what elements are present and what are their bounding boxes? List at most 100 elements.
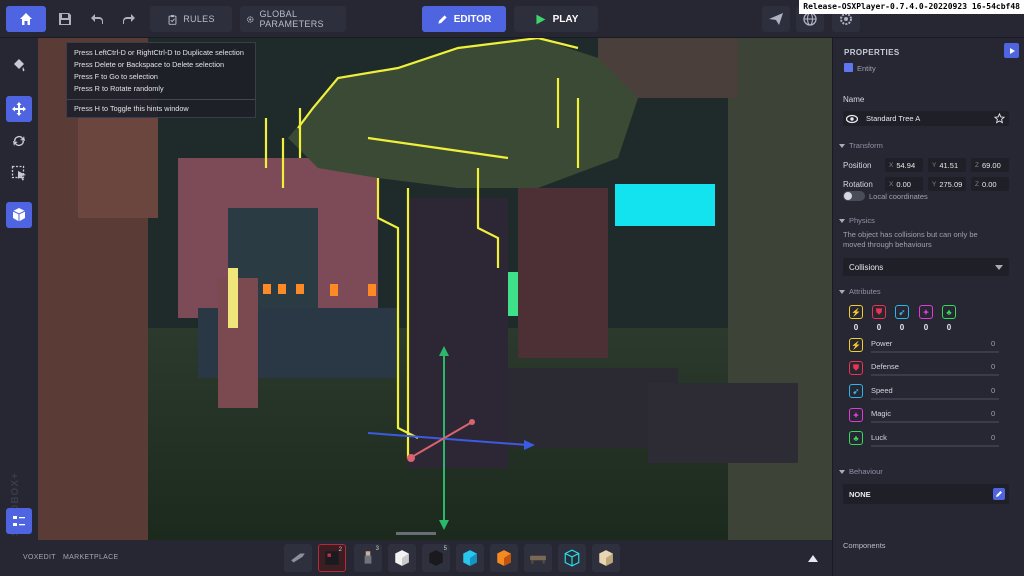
global-parameters-button[interactable]: GLOBAL PARAMETERS — [240, 6, 346, 32]
collapse-triangle-icon — [839, 218, 845, 223]
bench-icon — [530, 555, 546, 564]
power-value[interactable]: 0 — [991, 339, 995, 348]
speed-label: Speed — [871, 386, 893, 395]
rotate-icon — [13, 136, 25, 146]
pencil-icon — [438, 14, 447, 24]
luck-count: 0 — [946, 323, 952, 332]
speed-count: 0 — [899, 323, 905, 332]
collisions-dropdown[interactable]: Collisions — [843, 258, 1009, 276]
magic-value[interactable]: 0 — [991, 409, 995, 418]
gear-icon — [247, 15, 254, 23]
defense-slider[interactable] — [871, 374, 999, 376]
behaviour-field[interactable]: NONE — [843, 484, 1009, 504]
magic-slider[interactable] — [871, 421, 999, 423]
position-x-value: 54.94 — [896, 160, 916, 170]
object-tool-button[interactable] — [6, 202, 32, 228]
collapse-panel-button[interactable] — [1004, 43, 1019, 58]
entity-icon — [844, 63, 853, 72]
position-z-field[interactable]: Z 69.00 — [971, 158, 1009, 172]
hint-line: Press Delete or Backspace to Delete sele… — [74, 60, 225, 69]
undo-button[interactable] — [84, 6, 110, 32]
select-tool-button[interactable] — [6, 160, 32, 186]
power-slider[interactable] — [871, 351, 999, 353]
properties-panel: PROPERTIES Entity Name Standard Tree A T… — [832, 38, 1024, 576]
position-x-field[interactable]: X 54.94 — [885, 158, 923, 172]
list-tree-icon — [13, 516, 25, 526]
cube-icon — [463, 550, 477, 566]
marketplace-link[interactable]: MARKETPLACE — [63, 554, 118, 561]
behaviour-section-header[interactable]: Behaviour — [839, 467, 883, 476]
rotation-z-value: 0.00 — [981, 179, 997, 189]
rotation-z-field[interactable]: Z 0.00 — [971, 177, 1009, 191]
asset-slot[interactable]: 3 — [354, 544, 382, 572]
cube-icon — [395, 550, 409, 566]
paint-tool-button[interactable] — [6, 52, 32, 78]
asset-slot[interactable] — [490, 544, 518, 572]
asset-slot[interactable] — [388, 544, 416, 572]
magic-label: Magic — [871, 409, 892, 418]
luck-slider[interactable] — [871, 445, 999, 447]
asset-slot[interactable] — [284, 544, 312, 572]
asset-slot[interactable] — [456, 544, 484, 572]
magic-count: 0 — [923, 323, 929, 332]
hint-line: Press R to Rotate randomly — [74, 84, 164, 93]
defense-label: Defense — [871, 362, 899, 371]
attributes-label: Attributes — [849, 287, 881, 296]
properties-title: PROPERTIES — [844, 48, 900, 57]
hint-divider — [67, 99, 255, 100]
editor-button[interactable]: EDITOR — [422, 6, 506, 32]
rotate-tool-button[interactable] — [6, 128, 32, 154]
home-button[interactable] — [6, 6, 46, 32]
asset-slot[interactable] — [524, 544, 552, 572]
edit-behaviour-button[interactable] — [993, 488, 1005, 500]
asset-slot[interactable] — [558, 544, 586, 572]
rotation-x-field[interactable]: X 0.00 — [885, 177, 923, 191]
asset-slot[interactable]: 5 — [422, 544, 450, 572]
home-icon — [20, 13, 32, 25]
redo-button[interactable] — [116, 6, 142, 32]
edit-icon — [996, 491, 1002, 497]
local-coordinates-label: Local coordinates — [869, 192, 928, 201]
physics-description: moved through behaviours — [843, 240, 932, 249]
transform-section-header[interactable]: Transform — [839, 141, 883, 150]
defense-value[interactable]: 0 — [991, 362, 995, 371]
name-field[interactable]: Standard Tree A — [843, 111, 1009, 126]
hint-line: Press H to Toggle this hints window — [74, 104, 189, 113]
editor-label: EDITOR — [453, 13, 492, 25]
components-label: Components — [843, 541, 886, 550]
release-version-label: Release-OSXPlayer-0.7.4.0-20220923 16-54… — [799, 0, 1024, 14]
hierarchy-button[interactable] — [6, 508, 32, 534]
rules-button[interactable]: RULES — [150, 6, 232, 32]
weapon-icon — [291, 553, 305, 563]
asset-slot[interactable]: 2 — [318, 544, 346, 572]
play-arrow-icon — [1009, 47, 1015, 54]
save-button[interactable] — [52, 6, 78, 32]
position-y-field[interactable]: Y 41.51 — [928, 158, 966, 172]
save-icon — [59, 13, 71, 25]
global-parameters-label: GLOBAL PARAMETERS — [259, 9, 324, 29]
clipboard-icon — [168, 14, 177, 25]
rotation-x-value: 0.00 — [896, 179, 911, 189]
play-button[interactable]: PLAY — [514, 6, 598, 32]
local-coordinates-toggle[interactable] — [843, 191, 865, 201]
attributes-section-header[interactable]: Attributes — [839, 287, 881, 296]
character-icon — [364, 551, 372, 564]
position-label: Position — [843, 161, 872, 170]
play-label: PLAY — [552, 13, 579, 25]
defense-count: 0 — [876, 323, 882, 332]
asset-slot[interactable] — [592, 544, 620, 572]
move-tool-button[interactable] — [6, 96, 32, 122]
voxedit-link[interactable]: VOXEDIT — [23, 554, 56, 561]
rotation-y-field[interactable]: Y 275.09 — [928, 177, 966, 191]
eye-icon[interactable] — [846, 114, 858, 124]
star-icon[interactable] — [994, 113, 1005, 124]
speed-value[interactable]: 0 — [991, 386, 995, 395]
luck-value[interactable]: 0 — [991, 433, 995, 442]
defense-icon: ⛊ — [849, 361, 863, 375]
play-icon — [536, 14, 545, 24]
expand-up-icon[interactable] — [808, 555, 818, 562]
physics-section-header[interactable]: Physics — [839, 216, 875, 225]
publish-button[interactable] — [762, 6, 790, 32]
speed-slider[interactable] — [871, 398, 999, 400]
cube-icon — [12, 208, 26, 222]
